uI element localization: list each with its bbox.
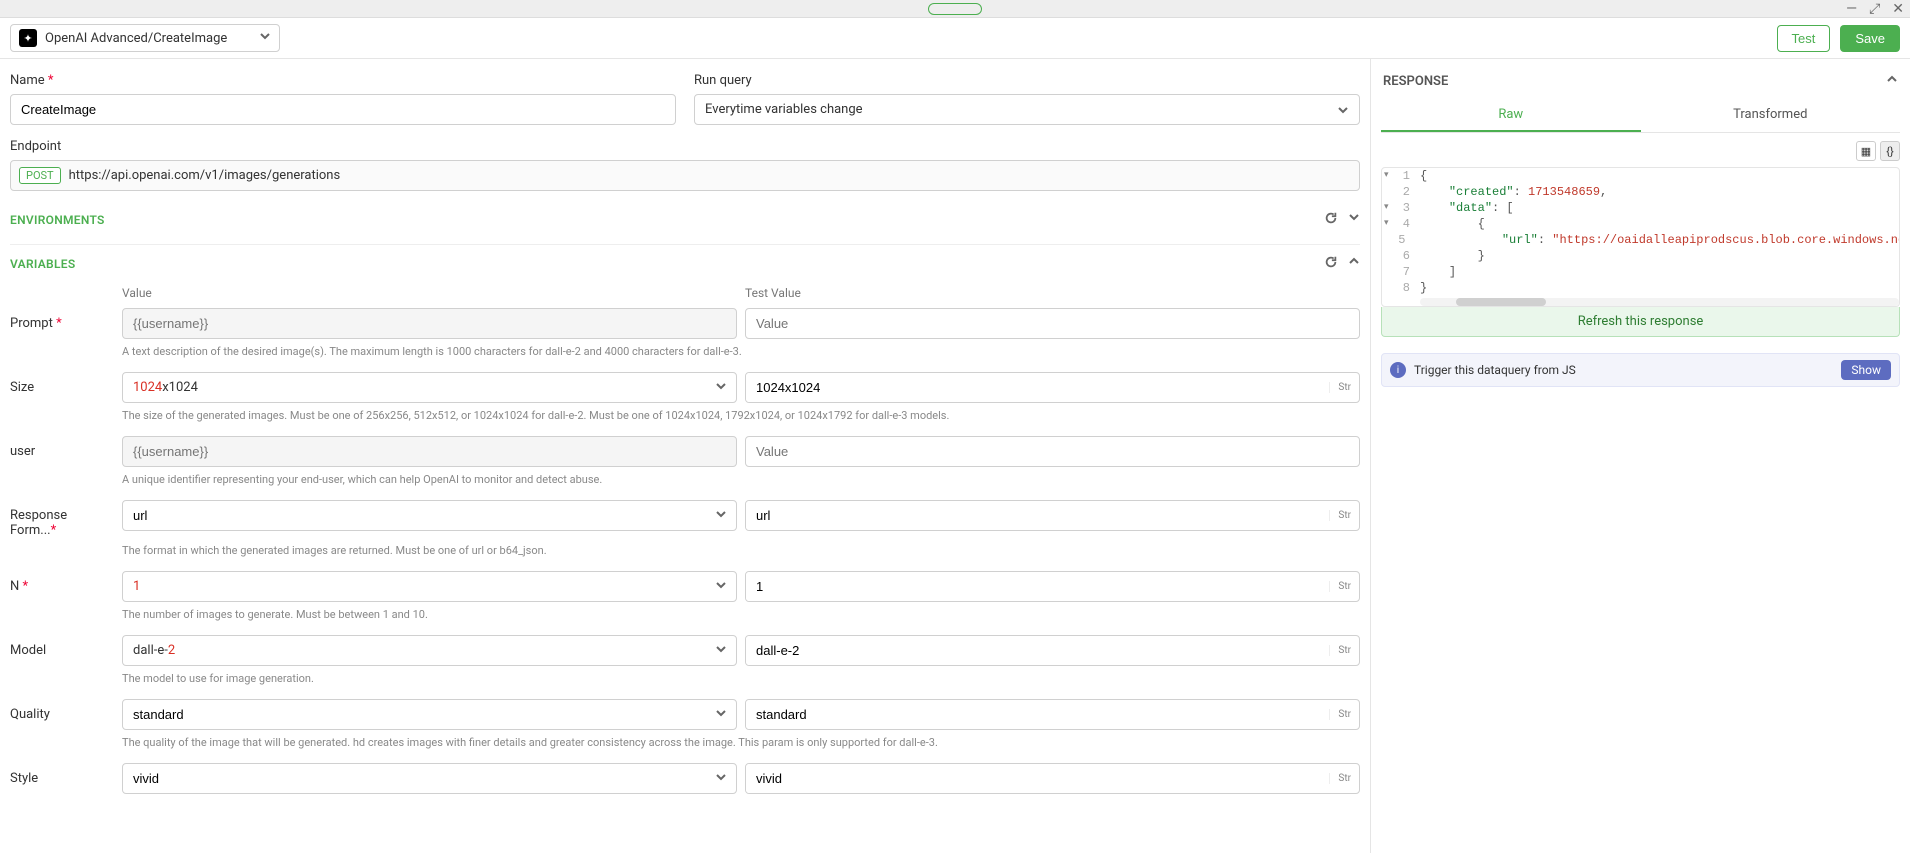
tab-transformed[interactable]: Transformed [1641,99,1901,132]
tab-raw[interactable]: Raw [1381,99,1641,132]
type-tag: Str [1329,773,1359,784]
type-tag: Str [1329,382,1359,393]
query-selector[interactable]: ✦ OpenAI Advanced/CreateImage [10,24,280,52]
show-button[interactable]: Show [1841,360,1891,380]
user-value-input[interactable] [122,436,737,467]
response-title: RESPONSE [1383,74,1448,89]
name-label: Name * [10,73,676,88]
n-help: The number of images to generate. Must b… [122,602,1360,635]
environments-refresh-icon[interactable] [1324,211,1338,228]
column-testvalue-header: Test Value [745,280,1360,308]
http-method-badge: POST [19,167,61,184]
run-query-value: Everytime variables change [705,102,863,117]
size-label: Size [10,372,114,395]
environments-expand-icon[interactable] [1348,211,1360,228]
prompt-help: A text description of the desired image(… [122,339,1360,372]
quality-value-input[interactable] [122,699,737,730]
endpoint-url: https://api.openai.com/v1/images/generat… [69,168,341,183]
column-value-header: Value [122,280,737,308]
response-format-testvalue-input[interactable]: Str [745,500,1360,531]
topbar: ✦ OpenAI Advanced/CreateImage Test Save [0,18,1910,59]
response-tabs: Raw Transformed [1381,99,1900,133]
view-table-icon[interactable]: ▦ [1856,141,1876,161]
environments-section-header[interactable]: ENVIRONMENTS [10,201,1360,236]
type-tag: Str [1329,510,1359,521]
user-help: A unique identifier representing your en… [122,467,1360,500]
prompt-value-input[interactable] [122,308,737,339]
window-tab-indicator [928,3,982,15]
refresh-response-button[interactable]: Refresh this response [1381,307,1900,337]
size-testvalue-input[interactable]: Str [745,372,1360,403]
style-value-input[interactable] [122,763,737,794]
response-hscrollbar[interactable] [1420,298,1899,306]
window-maximize-icon[interactable]: ⤢ [1869,2,1880,16]
style-testvalue-input[interactable]: Str [745,763,1360,794]
variables-section-header[interactable]: VARIABLES [10,244,1360,280]
trigger-js-text: Trigger this dataquery from JS [1414,363,1576,377]
response-collapse-icon[interactable] [1886,73,1898,89]
prompt-testvalue-input[interactable] [745,308,1360,339]
run-query-label: Run query [694,73,1360,88]
type-tag: Str [1329,581,1359,592]
window-titlebar: — ⤢ ✕ [0,0,1910,18]
user-label: user [10,436,114,459]
model-help: The model to use for image generation. [122,666,1360,699]
size-help: The size of the generated images. Must b… [122,403,1360,436]
variables-refresh-icon[interactable] [1324,255,1338,272]
model-label: Model [10,635,114,658]
config-panel: Name * Run query Everytime variables cha… [0,59,1370,853]
view-json-icon[interactable]: {} [1880,141,1900,161]
model-testvalue-input[interactable]: Str [745,635,1360,666]
query-selector-label: OpenAI Advanced/CreateImage [45,31,227,46]
type-tag: Str [1329,709,1359,720]
response-format-help: The format in which the generated images… [122,538,1360,571]
n-value-input[interactable]: 1 [122,571,737,602]
endpoint-label: Endpoint [10,139,1360,154]
variables-collapse-icon[interactable] [1348,255,1360,272]
response-panel: RESPONSE Raw Transformed ▦ {} ▾1{ 2 "cre… [1370,59,1910,853]
test-button[interactable]: Test [1777,25,1831,52]
window-minimize-icon[interactable]: — [1846,2,1857,16]
chevron-down-icon [1337,104,1349,116]
openai-logo-icon: ✦ [19,29,37,47]
type-tag: Str [1329,645,1359,656]
n-testvalue-input[interactable]: Str [745,571,1360,602]
response-code[interactable]: ▾1{ 2 "created": 1713548659, ▾3 "data": … [1381,167,1900,307]
quality-help: The quality of the image that will be ge… [122,730,1360,763]
run-query-select[interactable]: Everytime variables change [694,94,1360,125]
chevron-down-icon [259,30,271,46]
endpoint-field[interactable]: POST https://api.openai.com/v1/images/ge… [10,160,1360,191]
user-testvalue-input[interactable] [745,436,1360,467]
quality-testvalue-input[interactable]: Str [745,699,1360,730]
info-icon: i [1390,362,1406,378]
quality-label: Quality [10,699,114,722]
prompt-label: Prompt * [10,308,114,331]
variables-grid: Value Test Value Prompt * A text descrip… [10,280,1360,794]
name-input[interactable] [10,94,676,125]
n-label: N * [10,571,114,594]
size-value-input[interactable]: 1024x1024 [122,372,737,403]
response-format-label: Response Form...* [10,500,114,538]
response-format-value-input[interactable] [122,500,737,531]
model-value-input[interactable]: dall-e-2 [122,635,737,666]
trigger-js-strip: i Trigger this dataquery from JS Show [1381,353,1900,387]
style-label: Style [10,763,114,786]
save-button[interactable]: Save [1840,25,1900,52]
window-close-icon[interactable]: ✕ [1892,2,1904,16]
